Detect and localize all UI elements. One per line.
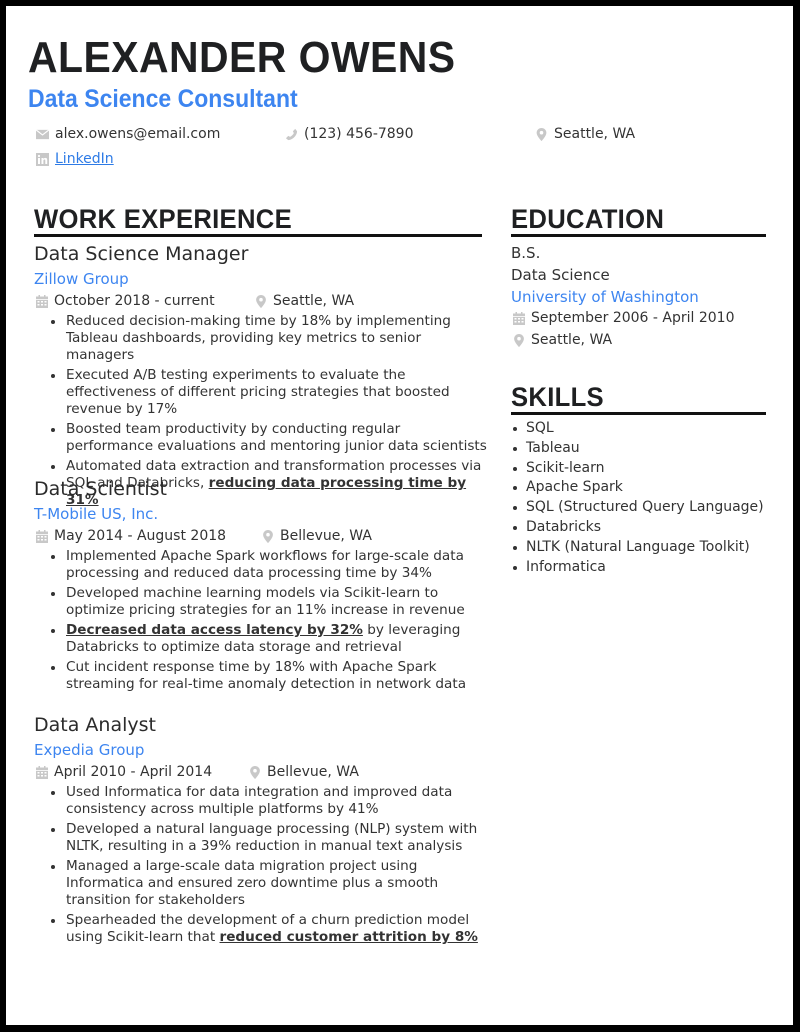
map-pin-icon	[514, 333, 524, 347]
education-school: University of Washington	[511, 288, 699, 306]
calendar-icon	[36, 529, 48, 543]
bullet-text: Used Informatica for data integration an…	[66, 784, 453, 817]
location-text: Seattle, WA	[554, 126, 636, 142]
map-pin-icon	[536, 127, 547, 141]
bullet-text: Boosted team productivity by conducting …	[66, 421, 487, 454]
job-bullet: Implemented Apache Spark workflows for l…	[40, 548, 490, 582]
education-heading: EDUCATION	[511, 204, 665, 234]
contact-linkedin: LinkedIn	[36, 152, 114, 166]
bullet-text: Managed a large-scale data migration pro…	[66, 858, 439, 908]
job-bullet: Reduced decision-making time by 18% by i…	[40, 313, 490, 364]
education-degree: B.S.	[511, 244, 541, 262]
job-location-text: Bellevue, WA	[280, 528, 372, 544]
job-bullets: Used Informatica for data integration an…	[40, 784, 490, 949]
bullet-text: Executed A/B testing experiments to eval…	[66, 367, 450, 417]
bullet-text: Developed a natural language processing …	[66, 821, 478, 854]
skill-item: Informatica	[511, 558, 764, 578]
job-company: Zillow Group	[34, 270, 129, 288]
job-location: Bellevue, WA	[249, 765, 359, 779]
phone-text: (123) 456-7890	[304, 126, 414, 142]
work-experience-heading: WORK EXPERIENCE	[34, 204, 292, 234]
job-location: Bellevue, WA	[262, 529, 372, 543]
skills-list: SQL Tableau Scikit-learn Apache Spark SQL (S…	[511, 419, 764, 577]
skill-item: Databricks	[511, 518, 764, 538]
bullet-highlight: reduced customer attrition by 8%	[219, 929, 478, 945]
work-experience-rule	[34, 234, 482, 237]
contact-email: alex.owens@email.com	[36, 127, 220, 141]
education-location-text: Seattle, WA	[531, 332, 613, 348]
job-bullet: Spearheaded the development of a churn p…	[40, 912, 490, 946]
skills-heading: SKILLS	[511, 382, 604, 412]
job-bullet: Managed a large-scale data migration pro…	[40, 858, 490, 909]
candidate-role: Data Science Consultant	[28, 85, 298, 113]
job-bullet: Cut incident response time by 18% with A…	[40, 659, 490, 693]
education-rule	[511, 234, 766, 237]
job-title: Data Science Manager	[34, 243, 249, 265]
job-location-text: Bellevue, WA	[267, 764, 359, 780]
envelope-icon	[36, 128, 49, 139]
phone-icon	[285, 128, 298, 140]
job-location: Seattle, WA	[255, 294, 354, 308]
job-bullet: Developed machine learning models via Sc…	[40, 585, 490, 619]
skill-item: NLTK (Natural Language Toolkit)	[511, 538, 764, 558]
skills-rule	[511, 412, 766, 415]
job-dates-text: October 2018 - current	[54, 293, 215, 309]
map-pin-icon	[263, 529, 273, 543]
bullet-text: Developed machine learning models via Sc…	[66, 585, 465, 618]
job-bullets: Implemented Apache Spark workflows for l…	[40, 548, 490, 696]
email-text: alex.owens@email.com	[55, 126, 221, 142]
map-pin-icon	[256, 294, 266, 308]
calendar-icon	[36, 294, 48, 308]
job-bullet: Used Informatica for data integration an…	[40, 784, 490, 818]
job-bullet: Developed a natural language processing …	[40, 821, 490, 855]
job-dates-text: April 2010 - April 2014	[54, 764, 213, 780]
job-title: Data Scientist	[34, 478, 167, 500]
candidate-name: ALEXANDER OWENS	[28, 33, 456, 82]
skill-item: Tableau	[511, 439, 764, 459]
job-company: T-Mobile US, Inc.	[34, 505, 159, 523]
job-bullet: Executed A/B testing experiments to eval…	[40, 367, 490, 418]
map-pin-icon	[250, 765, 260, 779]
job-dates: May 2014 - August 2018	[36, 529, 226, 543]
calendar-icon	[513, 311, 525, 325]
contact-phone: (123) 456-7890	[285, 127, 414, 141]
bullet-text: Implemented Apache Spark workflows for l…	[66, 548, 464, 581]
job-dates-text: May 2014 - August 2018	[54, 528, 227, 544]
skill-item: SQL	[511, 419, 764, 439]
linkedin-icon	[36, 152, 49, 166]
contact-location: Seattle, WA	[535, 127, 635, 141]
skill-item: SQL (Structured Query Language)	[511, 498, 764, 518]
job-title: Data Analyst	[34, 714, 156, 736]
job-bullet: Boosted team productivity by conducting …	[40, 421, 490, 455]
job-bullet: Decreased data access latency by 32% by …	[40, 622, 490, 656]
education-dates: September 2006 - April 2010	[513, 311, 735, 325]
calendar-icon	[36, 765, 48, 779]
job-dates: October 2018 - current	[36, 294, 215, 308]
job-company: Expedia Group	[34, 741, 145, 759]
bullet-highlight: Decreased data access latency by 32%	[66, 622, 363, 638]
bullet-text: Reduced decision-making time by 18% by i…	[66, 313, 451, 363]
education-field: Data Science	[511, 266, 610, 284]
skill-item: Apache Spark	[511, 478, 764, 498]
job-location-text: Seattle, WA	[273, 293, 355, 309]
job-dates: April 2010 - April 2014	[36, 765, 212, 779]
education-dates-text: September 2006 - April 2010	[531, 310, 735, 326]
education-location: Seattle, WA	[513, 333, 612, 347]
bullet-text: Cut incident response time by 18% with A…	[66, 659, 467, 692]
linkedin-link[interactable]: LinkedIn	[55, 152, 114, 166]
skill-item: Scikit-learn	[511, 459, 764, 479]
